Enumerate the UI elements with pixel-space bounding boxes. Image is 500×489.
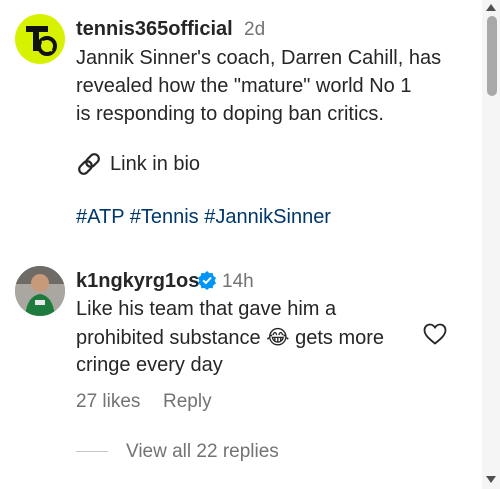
laughing-emoji: 😂 [266, 325, 290, 349]
post-time[interactable]: 2d [244, 19, 265, 41]
comment-text-line-2a: prohibited substance [76, 327, 261, 349]
scrollbar-thumb[interactable] [487, 16, 497, 96]
post-text-line-3: is responding to doping ban critics. [76, 103, 384, 125]
scroll-up-icon[interactable] [486, 3, 496, 11]
reply-button[interactable]: Reply [163, 391, 212, 413]
scrollbar[interactable] [482, 0, 500, 489]
comment-text-line-2: prohibited substance 😂 gets more [76, 323, 384, 352]
comment-avatar[interactable] [15, 266, 65, 316]
comment-time[interactable]: 14h [222, 271, 254, 293]
link-icon [78, 153, 100, 175]
post-hashtags[interactable]: #ATP #Tennis #JannikSinner [76, 203, 331, 231]
post-text-line-1: Jannik Sinner's coach, Darren Cahill, ha… [76, 47, 442, 69]
post-text-line-2: revealed how the "mature" world No 1 [76, 75, 412, 97]
replies-divider [76, 451, 108, 452]
comment-text-line-3: cringe every day [76, 354, 223, 376]
heart-icon[interactable] [423, 323, 447, 345]
verified-badge-icon [198, 271, 216, 290]
profile-photo-icon [15, 266, 65, 316]
scroll-down-icon[interactable] [486, 476, 496, 484]
view-all-replies-button[interactable]: View all 22 replies [126, 441, 279, 463]
comment-author[interactable]: k1ngkyrg1os [76, 270, 199, 293]
comment-likes[interactable]: 27 likes [76, 391, 140, 413]
link-in-bio-text: Link in bio [110, 153, 201, 175]
post-avatar[interactable] [15, 14, 65, 64]
comment-text-line-1: Like his team that gave him a [76, 298, 337, 320]
post-author[interactable]: tennis365official [76, 18, 233, 41]
comment-text-line-2b: gets more [295, 327, 385, 349]
tennis365-logo-icon [26, 26, 57, 56]
